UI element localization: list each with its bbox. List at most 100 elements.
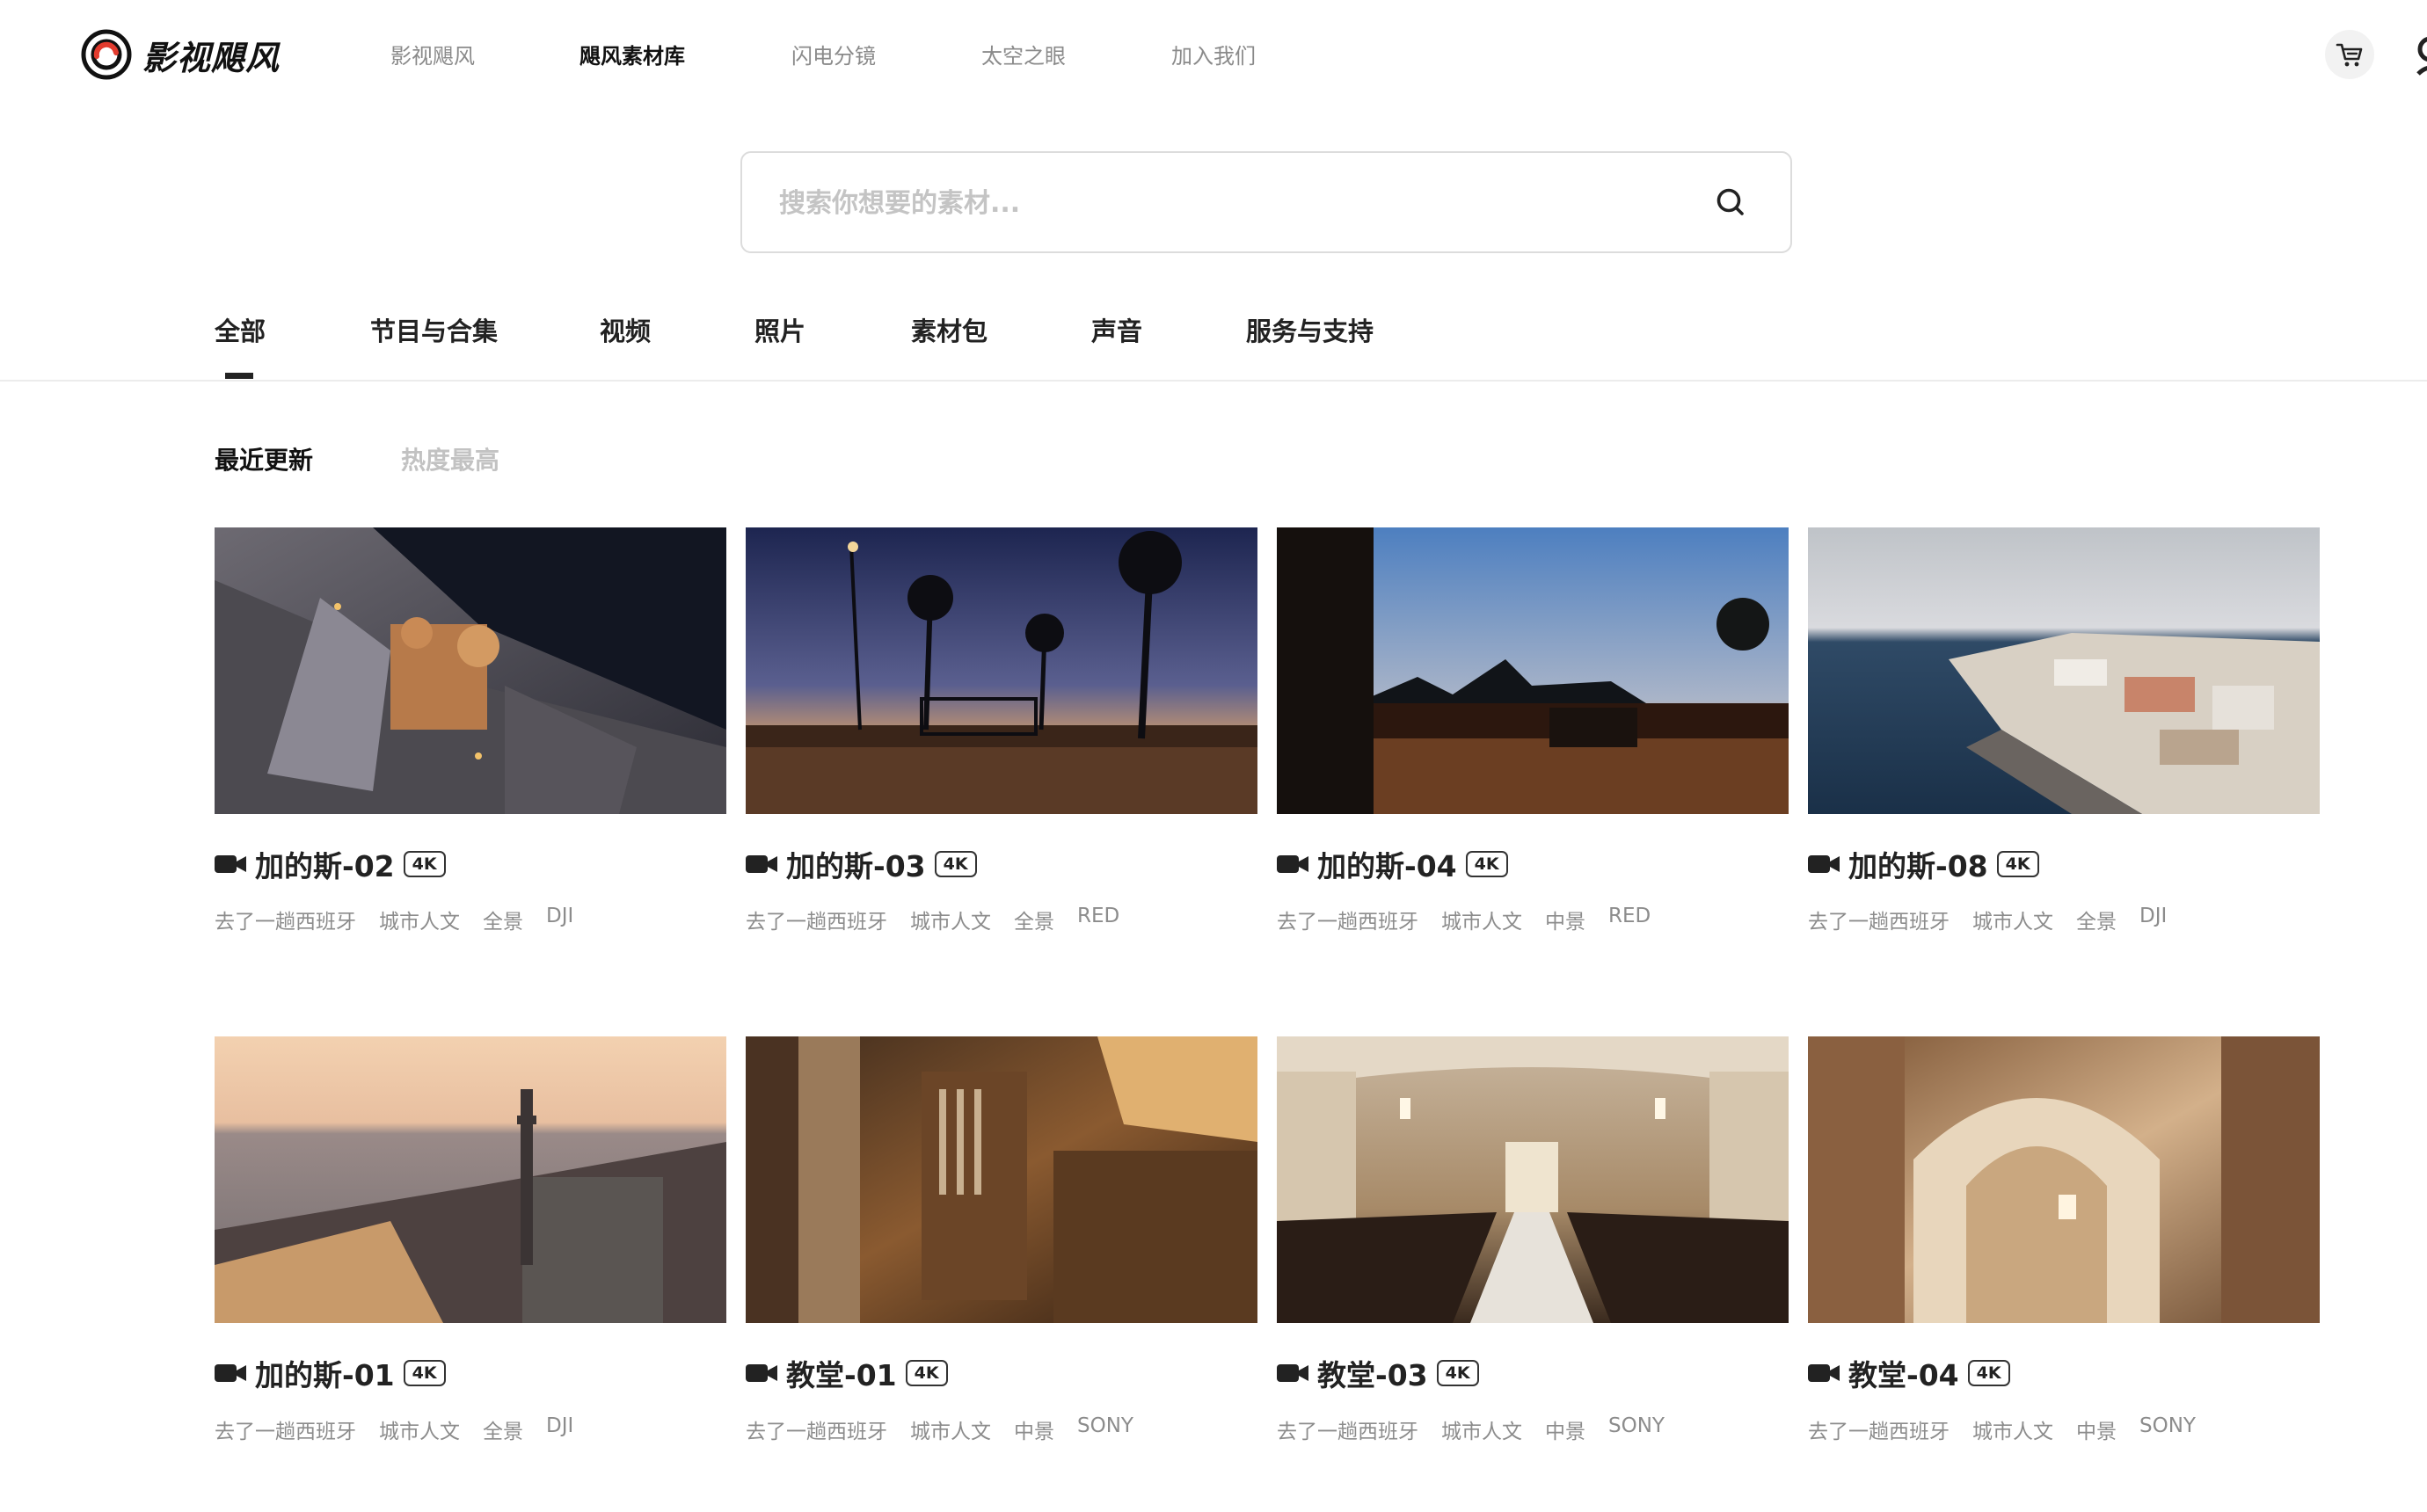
user-icon[interactable] [2413, 32, 2427, 79]
card-title-row: 加的斯-02 4K [215, 847, 446, 883]
tag[interactable]: 去了一趟西班牙 [215, 905, 356, 934]
video-camera-icon [746, 855, 777, 873]
logo-mark-icon [81, 29, 132, 80]
brand-logo[interactable]: 影视飓风 [81, 26, 283, 83]
card-tags: 去了一趟西班牙 城市人文 全景 DJI [1808, 905, 2167, 934]
nav-item-space-eye[interactable]: 太空之眼 [981, 39, 1066, 69]
video-camera-icon [1808, 855, 1840, 873]
nav-item-storyboard[interactable]: 闪电分镜 [791, 39, 876, 69]
card-title[interactable]: 加的斯-03 [786, 843, 926, 885]
tag[interactable]: 中景 [1014, 1414, 1054, 1444]
tag[interactable]: 城市人文 [379, 905, 460, 934]
logo-text: 影视飓风 [142, 38, 281, 77]
tag[interactable]: 城市人文 [1972, 1414, 2053, 1444]
tag[interactable]: 全景 [483, 905, 523, 934]
sort-popular[interactable]: 热度最高 [401, 441, 499, 476]
sort-latest[interactable]: 最近更新 [215, 441, 313, 476]
card-title-row: 加的斯-08 4K [1808, 847, 2039, 883]
tag[interactable]: 全景 [483, 1414, 523, 1444]
card-title[interactable]: 教堂-04 [1848, 1352, 1959, 1394]
video-camera-icon [215, 1364, 246, 1382]
tag[interactable]: 中景 [1545, 905, 1585, 934]
nav-item-yingshijufeng[interactable]: 影视飓风 [390, 39, 475, 69]
tag[interactable]: 去了一趟西班牙 [1277, 905, 1418, 934]
cart-icon [2336, 43, 2363, 67]
card-title-row: 教堂-01 4K [746, 1356, 948, 1392]
card-thumbnail[interactable] [746, 1036, 1257, 1323]
resolution-badge: 4K [934, 851, 977, 877]
tag[interactable]: DJI [546, 905, 573, 934]
card-tags: 去了一趟西班牙 城市人文 中景 SONY [1277, 1414, 1665, 1444]
tag[interactable]: 去了一趟西班牙 [746, 1414, 887, 1444]
tag[interactable]: 全景 [2076, 905, 2117, 934]
card-title-row: 加的斯-04 4K [1277, 847, 1508, 883]
tag[interactable]: 城市人文 [910, 1414, 991, 1444]
active-tab-indicator [225, 373, 253, 379]
card-title-row: 加的斯-01 4K [215, 1356, 446, 1392]
tab-video[interactable]: 视频 [600, 311, 651, 348]
search-box [740, 151, 1792, 253]
resolution-badge: 4K [1996, 851, 2039, 877]
video-camera-icon [215, 855, 246, 873]
card-tags: 去了一趟西班牙 城市人文 全景 DJI [215, 905, 573, 934]
card-title-row: 加的斯-03 4K [746, 847, 977, 883]
resolution-badge: 4K [403, 851, 446, 877]
tag[interactable]: DJI [2139, 905, 2167, 934]
tag[interactable]: 去了一趟西班牙 [215, 1414, 356, 1444]
card-title[interactable]: 教堂-01 [786, 1352, 897, 1394]
card-title-row: 教堂-03 4K [1277, 1356, 1479, 1392]
tag[interactable]: SONY [1608, 1414, 1665, 1444]
resolution-badge: 4K [403, 1360, 446, 1386]
card-tags: 去了一趟西班牙 城市人文 中景 RED [1277, 905, 1651, 934]
tag[interactable]: 去了一趟西班牙 [1808, 905, 1950, 934]
tag[interactable]: 城市人文 [1441, 905, 1522, 934]
search-input[interactable] [777, 153, 1695, 253]
tab-sound[interactable]: 声音 [1091, 311, 1142, 348]
resolution-badge: 4K [1967, 1360, 2010, 1386]
nav-item-join-us[interactable]: 加入我们 [1171, 39, 1256, 69]
tag[interactable]: SONY [2139, 1414, 2196, 1444]
card-thumbnail[interactable] [746, 527, 1257, 814]
video-camera-icon [1277, 1364, 1308, 1382]
card-thumbnail[interactable] [215, 527, 726, 814]
video-camera-icon [1277, 855, 1308, 873]
search-button[interactable] [1713, 185, 1748, 220]
tag[interactable]: RED [1608, 905, 1651, 934]
video-camera-icon [1808, 1364, 1840, 1382]
tab-programs-collections[interactable]: 节目与合集 [370, 311, 498, 348]
tag[interactable]: RED [1077, 905, 1119, 934]
card-thumbnail[interactable] [215, 1036, 726, 1323]
card-thumbnail[interactable] [1277, 527, 1789, 814]
tab-asset-packs[interactable]: 素材包 [911, 311, 988, 348]
tag[interactable]: 去了一趟西班牙 [746, 905, 887, 934]
tag[interactable]: 城市人文 [379, 1414, 460, 1444]
tag[interactable]: SONY [1077, 1414, 1133, 1444]
nav-item-material-library[interactable]: 飓风素材库 [579, 39, 685, 69]
tag[interactable]: 去了一趟西班牙 [1808, 1414, 1950, 1444]
card-title[interactable]: 加的斯-04 [1317, 843, 1457, 885]
card-tags: 去了一趟西班牙 城市人文 全景 DJI [215, 1414, 573, 1444]
card-title[interactable]: 加的斯-02 [255, 843, 395, 885]
tag[interactable]: DJI [546, 1414, 573, 1444]
tag[interactable]: 城市人文 [910, 905, 991, 934]
card-tags: 去了一趟西班牙 城市人文 中景 SONY [746, 1414, 1133, 1444]
cart-button[interactable] [2325, 30, 2374, 79]
card-thumbnail[interactable] [1277, 1036, 1789, 1323]
tab-all[interactable]: 全部 [215, 311, 266, 348]
card-title[interactable]: 加的斯-01 [255, 1352, 395, 1394]
resolution-badge: 4K [1436, 1360, 1479, 1386]
card-tags: 去了一趟西班牙 城市人文 全景 RED [746, 905, 1119, 934]
card-title[interactable]: 教堂-03 [1317, 1352, 1428, 1394]
resolution-badge: 4K [905, 1360, 948, 1386]
card-title[interactable]: 加的斯-08 [1848, 843, 1988, 885]
tag[interactable]: 中景 [2076, 1414, 2117, 1444]
tag[interactable]: 城市人文 [1972, 905, 2053, 934]
tag[interactable]: 城市人文 [1441, 1414, 1522, 1444]
tag[interactable]: 去了一趟西班牙 [1277, 1414, 1418, 1444]
card-thumbnail[interactable] [1808, 527, 2320, 814]
tag[interactable]: 中景 [1545, 1414, 1585, 1444]
tab-service-support[interactable]: 服务与支持 [1246, 311, 1374, 348]
card-thumbnail[interactable] [1808, 1036, 2320, 1323]
tab-photo[interactable]: 照片 [754, 311, 805, 348]
tag[interactable]: 全景 [1014, 905, 1054, 934]
